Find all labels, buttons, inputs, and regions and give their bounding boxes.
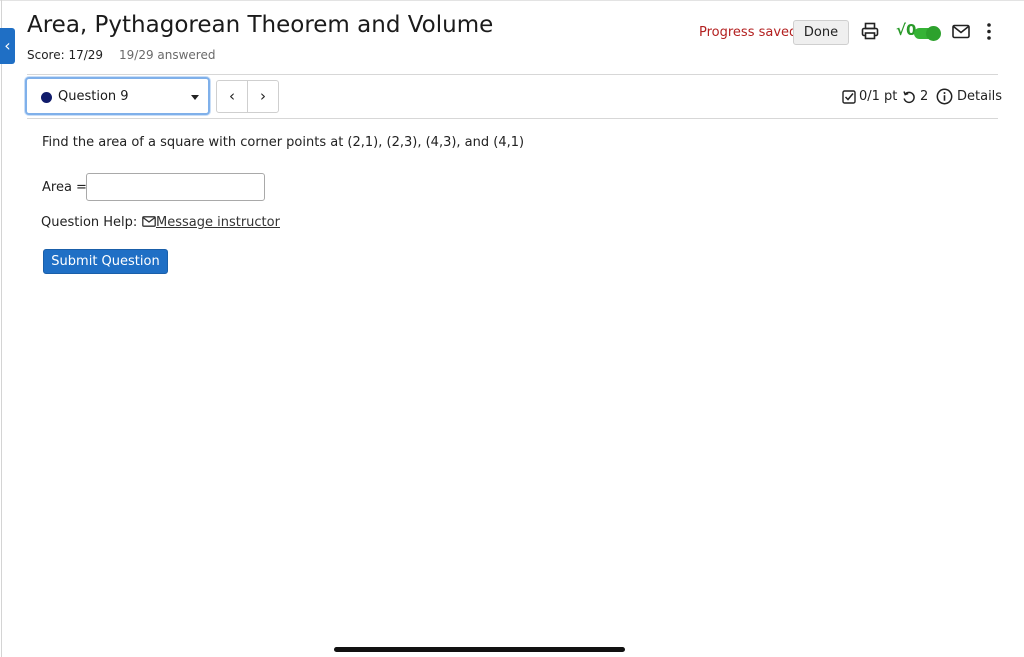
toggle-knob bbox=[926, 26, 941, 41]
header-divider bbox=[27, 74, 998, 75]
details-link[interactable]: Details bbox=[957, 89, 1002, 104]
chevron-right-icon: › bbox=[260, 87, 266, 105]
left-border bbox=[1, 0, 2, 657]
previous-question-button[interactable]: ‹ bbox=[216, 80, 248, 113]
kebab-menu-icon[interactable] bbox=[985, 22, 993, 41]
retry-icon bbox=[903, 91, 915, 104]
math-entry-toggle[interactable] bbox=[914, 26, 941, 41]
question-select[interactable]: Question 9 bbox=[25, 77, 210, 115]
caret-down-icon bbox=[191, 95, 199, 100]
page-title: Area, Pythagorean Theorem and Volume bbox=[27, 12, 494, 38]
checkbox-icon bbox=[842, 90, 856, 104]
points-text: 0/1 pt bbox=[859, 89, 898, 104]
submit-question-button[interactable]: Submit Question bbox=[43, 249, 168, 274]
question-select-label: Question 9 bbox=[58, 89, 129, 104]
answered-count: 19/29 answered bbox=[119, 48, 216, 62]
print-icon[interactable] bbox=[861, 22, 879, 40]
mail-icon bbox=[142, 216, 156, 227]
question-help-label: Question Help: bbox=[41, 215, 138, 230]
message-instructor-label: Message instructor bbox=[156, 215, 280, 230]
attempts-count: 2 bbox=[920, 89, 929, 104]
back-button[interactable]: ‹ bbox=[0, 28, 15, 64]
chevron-left-icon: ‹ bbox=[4, 36, 11, 55]
area-label: Area = bbox=[42, 180, 87, 195]
mail-icon[interactable] bbox=[952, 24, 970, 39]
progress-status: Progress saved bbox=[699, 25, 798, 40]
question-divider bbox=[27, 118, 998, 119]
area-input[interactable] bbox=[86, 173, 265, 201]
info-icon[interactable] bbox=[936, 88, 953, 105]
done-button[interactable]: Done bbox=[793, 20, 849, 45]
question-status-dot bbox=[41, 92, 52, 103]
chevron-left-icon: ‹ bbox=[229, 87, 235, 105]
next-question-button[interactable]: › bbox=[247, 80, 279, 113]
home-indicator bbox=[334, 647, 625, 652]
sqrt-icon[interactable]: √0 bbox=[896, 21, 916, 39]
top-border bbox=[0, 0, 1024, 1]
score-text: Score: 17/29 bbox=[27, 48, 104, 62]
question-prompt: Find the area of a square with corner po… bbox=[42, 135, 525, 150]
message-instructor-link[interactable]: Message instructor bbox=[142, 215, 280, 230]
